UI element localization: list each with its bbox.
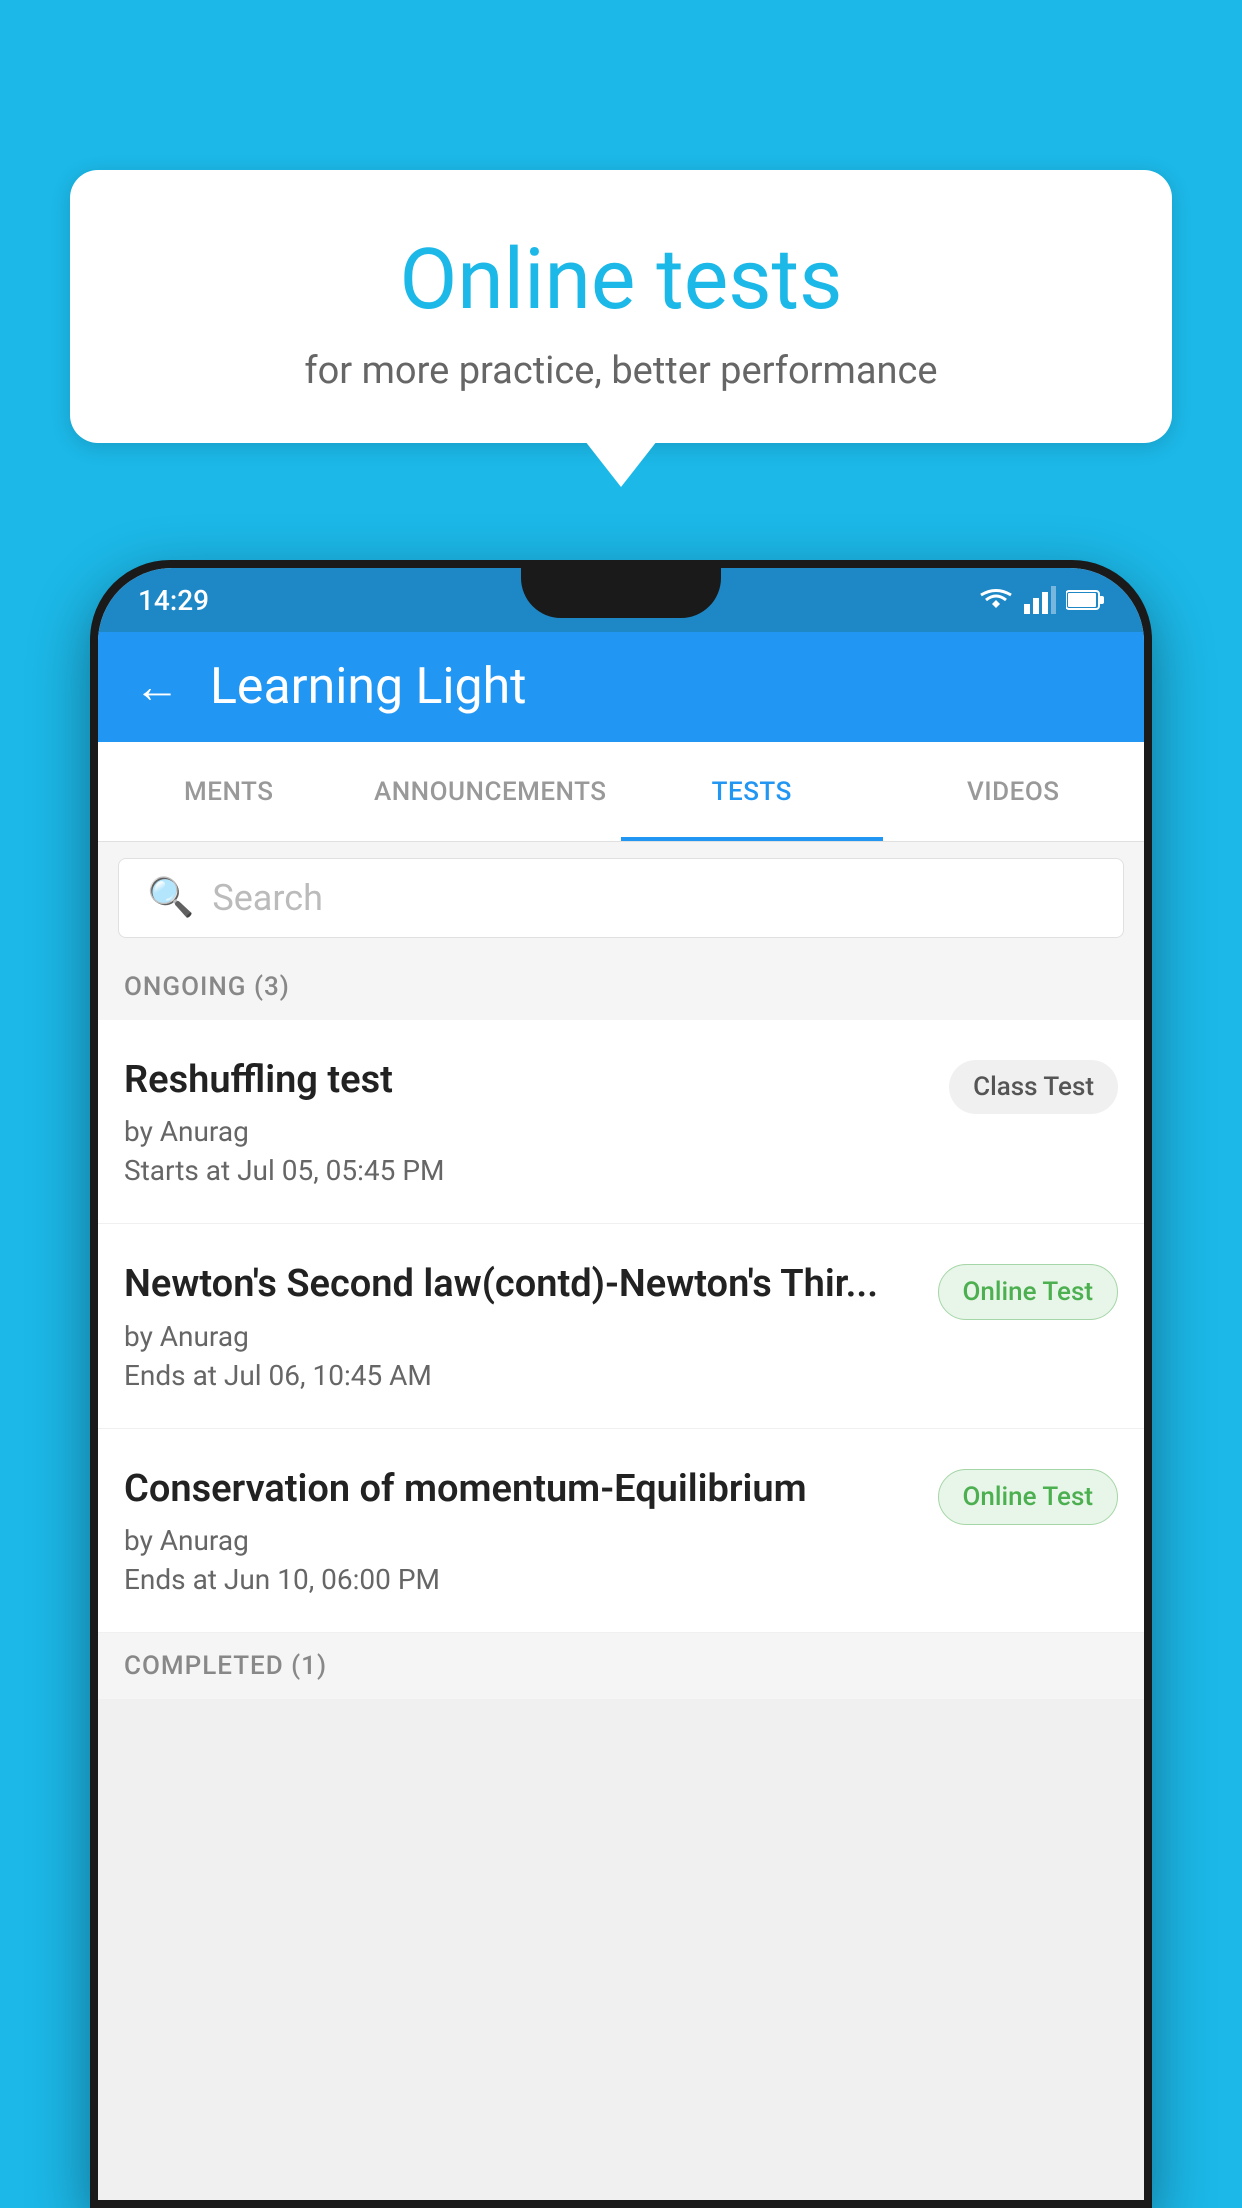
test-badge: Online Test [938, 1264, 1119, 1320]
test-item[interactable]: Conservation of momentum-Equilibrium by … [98, 1429, 1144, 1633]
search-icon: 🔍 [147, 876, 194, 920]
tab-videos[interactable]: VIDEOS [883, 742, 1145, 841]
tab-assignments[interactable]: MENTS [98, 742, 360, 841]
tab-bar: MENTS ANNOUNCEMENTS TESTS VIDEOS [98, 742, 1144, 842]
test-author: by Anurag [124, 1524, 918, 1557]
test-item[interactable]: Newton's Second law(contd)-Newton's Thir… [98, 1224, 1144, 1428]
test-badge: Online Test [938, 1469, 1119, 1525]
search-input[interactable]: Search [212, 877, 323, 919]
test-name: Newton's Second law(contd)-Newton's Thir… [124, 1260, 918, 1309]
search-container: 🔍 Search [98, 842, 1144, 954]
promo-title: Online tests [110, 230, 1132, 329]
test-info: Conservation of momentum-Equilibrium by … [124, 1465, 918, 1596]
phone-notch [521, 568, 721, 618]
test-info: Newton's Second law(contd)-Newton's Thir… [124, 1260, 918, 1391]
completed-section-header: COMPLETED (1) [98, 1633, 1144, 1699]
test-name: Reshuffling test [124, 1056, 929, 1105]
signal-icon [1024, 586, 1056, 614]
ongoing-section-header: ONGOING (3) [98, 954, 1144, 1020]
wifi-icon [978, 586, 1014, 614]
test-info: Reshuffling test by Anurag Starts at Jul… [124, 1056, 929, 1187]
phone-screen: 14:29 [98, 568, 1144, 2200]
app-bar: ← Learning Light [98, 632, 1144, 742]
back-button[interactable]: ← [134, 664, 180, 710]
tab-tests[interactable]: TESTS [621, 742, 883, 841]
test-item[interactable]: Reshuffling test by Anurag Starts at Jul… [98, 1020, 1144, 1224]
test-time: Ends at Jul 06, 10:45 AM [124, 1359, 918, 1392]
search-bar[interactable]: 🔍 Search [118, 858, 1124, 938]
status-time: 14:29 [138, 584, 209, 617]
test-author: by Anurag [124, 1115, 929, 1148]
tab-announcements[interactable]: ANNOUNCEMENTS [360, 742, 622, 841]
status-icons [978, 586, 1104, 614]
battery-icon [1066, 589, 1104, 611]
test-list: Reshuffling test by Anurag Starts at Jul… [98, 1020, 1144, 1633]
test-time: Ends at Jun 10, 06:00 PM [124, 1563, 918, 1596]
promo-subtitle: for more practice, better performance [110, 349, 1132, 393]
phone-frame: 14:29 [90, 560, 1152, 2208]
test-author: by Anurag [124, 1320, 918, 1353]
test-badge: Class Test [949, 1060, 1118, 1114]
test-name: Conservation of momentum-Equilibrium [124, 1465, 918, 1514]
promo-card: Online tests for more practice, better p… [70, 170, 1172, 443]
app-bar-title: Learning Light [210, 658, 527, 716]
test-time: Starts at Jul 05, 05:45 PM [124, 1154, 929, 1187]
